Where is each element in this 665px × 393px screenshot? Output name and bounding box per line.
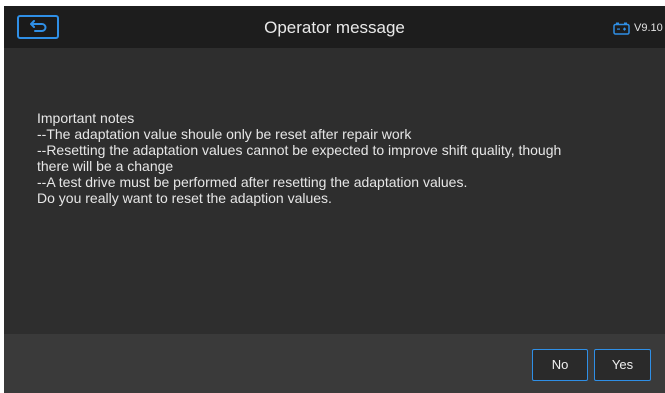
message-line: --Resetting the adaptation values cannot… — [37, 142, 562, 158]
message-line: --The adaptation value shoule only be re… — [37, 126, 412, 142]
message-line: Do you really want to reset the adaption… — [37, 190, 332, 206]
message-line: Important notes — [37, 110, 135, 126]
message-line: there will be a change — [37, 158, 174, 174]
yes-button[interactable]: Yes — [594, 349, 651, 381]
message-body: Important notes --The adaptation value s… — [37, 110, 637, 206]
page-title: Operator message — [264, 18, 405, 37]
message-line: --A test drive must be performed after r… — [37, 174, 468, 190]
version-label: V9.10 — [634, 22, 663, 34]
header-bar: Operator message V9.10 — [4, 6, 665, 48]
no-button[interactable]: No — [532, 349, 588, 381]
footer-bar: No Yes — [4, 334, 665, 393]
app-screen: Operator message V9.10 Important notes -… — [4, 6, 665, 393]
battery-icon — [613, 22, 630, 35]
